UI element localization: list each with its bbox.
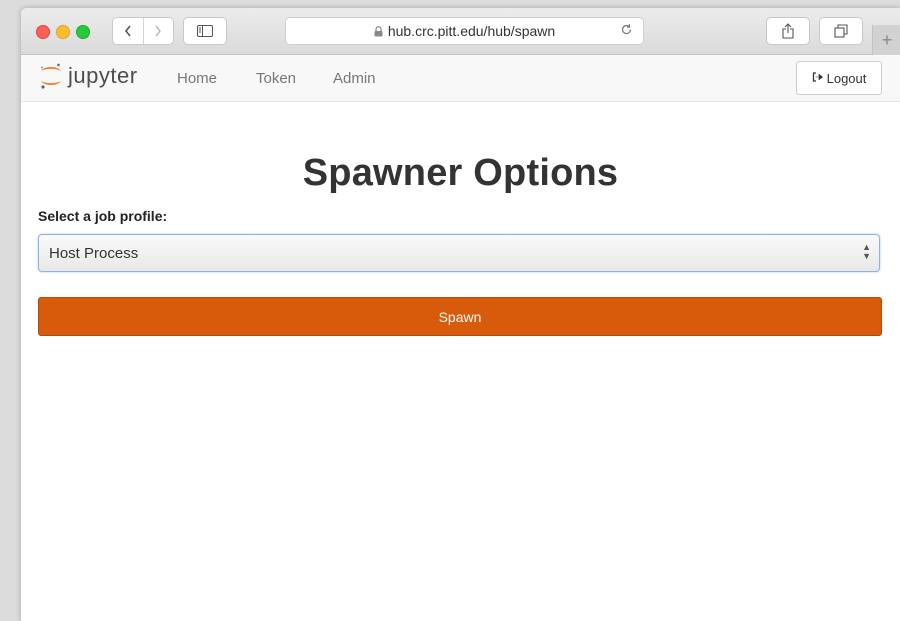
- jupyter-logo[interactable]: jupyter: [38, 61, 138, 91]
- browser-window: hub.crc.pitt.edu/hub/spawn + jupyter Hom…: [21, 8, 900, 621]
- close-window-button[interactable]: [36, 25, 50, 39]
- minimize-window-button[interactable]: [56, 25, 70, 39]
- url-text: hub.crc.pitt.edu/hub/spawn: [387, 23, 556, 39]
- spawn-label: Spawn: [438, 308, 482, 325]
- nav-link-admin[interactable]: Admin: [333, 70, 376, 87]
- page-title: Spawner Options: [302, 152, 619, 194]
- logout-label: Logout: [826, 70, 867, 86]
- browser-toolbar: hub.crc.pitt.edu/hub/spawn +: [21, 8, 900, 55]
- tabs-icon: [834, 24, 848, 38]
- show-tabs-button[interactable]: [819, 17, 863, 45]
- history-nav: [112, 17, 174, 45]
- new-tab-button[interactable]: +: [872, 25, 900, 55]
- jupyter-navbar: jupyter Home Token Admin Logout: [21, 55, 900, 102]
- address-bar[interactable]: hub.crc.pitt.edu/hub/spawn: [285, 17, 644, 45]
- back-button[interactable]: [113, 18, 143, 44]
- sidebar-icon: [197, 25, 213, 37]
- nav-link-home[interactable]: Home: [177, 70, 217, 87]
- forward-button[interactable]: [142, 18, 174, 44]
- reload-icon[interactable]: [620, 23, 633, 39]
- job-profile-select[interactable]: Host Process ▲ ▼: [38, 234, 880, 272]
- plus-icon: +: [881, 29, 893, 50]
- chevron-right-icon: [155, 25, 162, 37]
- profile-select-label: Select a job profile:: [38, 208, 168, 224]
- spawn-button[interactable]: Spawn: [38, 297, 882, 336]
- sign-out-icon: [812, 71, 823, 85]
- jupyter-logo-icon: [40, 63, 61, 89]
- sidebar-toggle-button[interactable]: [183, 17, 227, 45]
- select-updown-icon: ▲ ▼: [862, 242, 871, 261]
- chevron-left-icon: [124, 25, 131, 37]
- zoom-window-button[interactable]: [76, 25, 90, 39]
- lock-icon: [374, 25, 383, 37]
- nav-link-token[interactable]: Token: [256, 70, 296, 87]
- selected-profile: Host Process: [49, 244, 139, 262]
- share-icon: [782, 23, 794, 39]
- logo-text: jupyter: [68, 63, 138, 88]
- share-button[interactable]: [766, 17, 810, 45]
- logout-button[interactable]: Logout: [796, 61, 882, 95]
